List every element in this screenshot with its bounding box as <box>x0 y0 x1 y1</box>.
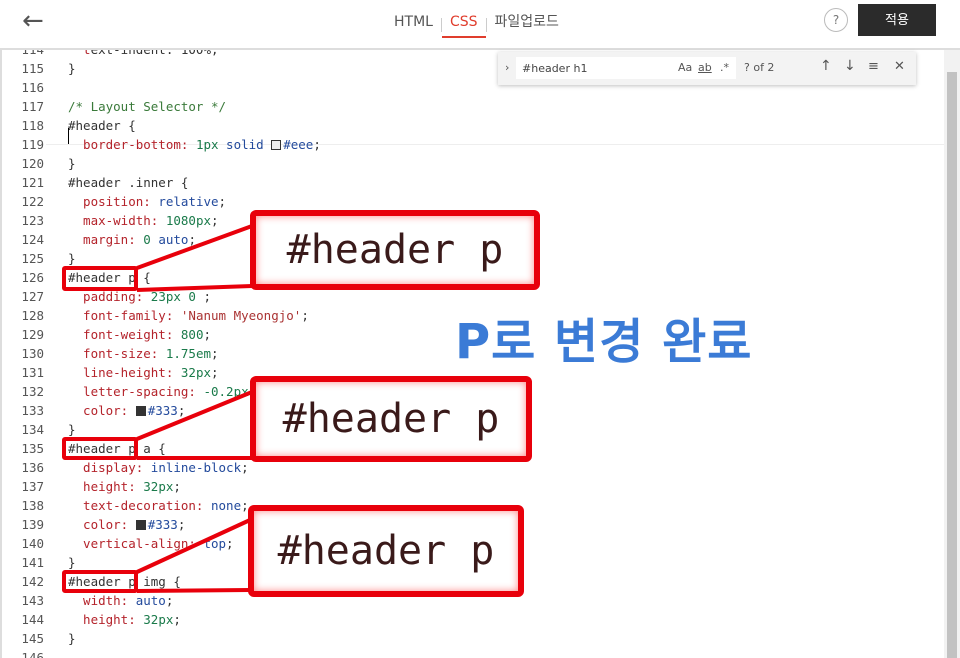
callout-zoom: #header p <box>250 376 532 462</box>
callout-line <box>136 390 253 441</box>
callout-line <box>136 284 253 292</box>
callout-zoom: #header p <box>248 505 524 597</box>
callout-line <box>136 224 253 270</box>
highlight-box <box>62 570 138 593</box>
callout-zoom: #header p <box>250 210 540 290</box>
overlay-caption: P로 변경 완료 <box>455 314 753 370</box>
highlight-box <box>62 266 138 291</box>
callout-line <box>136 518 251 574</box>
callout-line <box>136 588 251 593</box>
highlight-box <box>62 437 138 460</box>
